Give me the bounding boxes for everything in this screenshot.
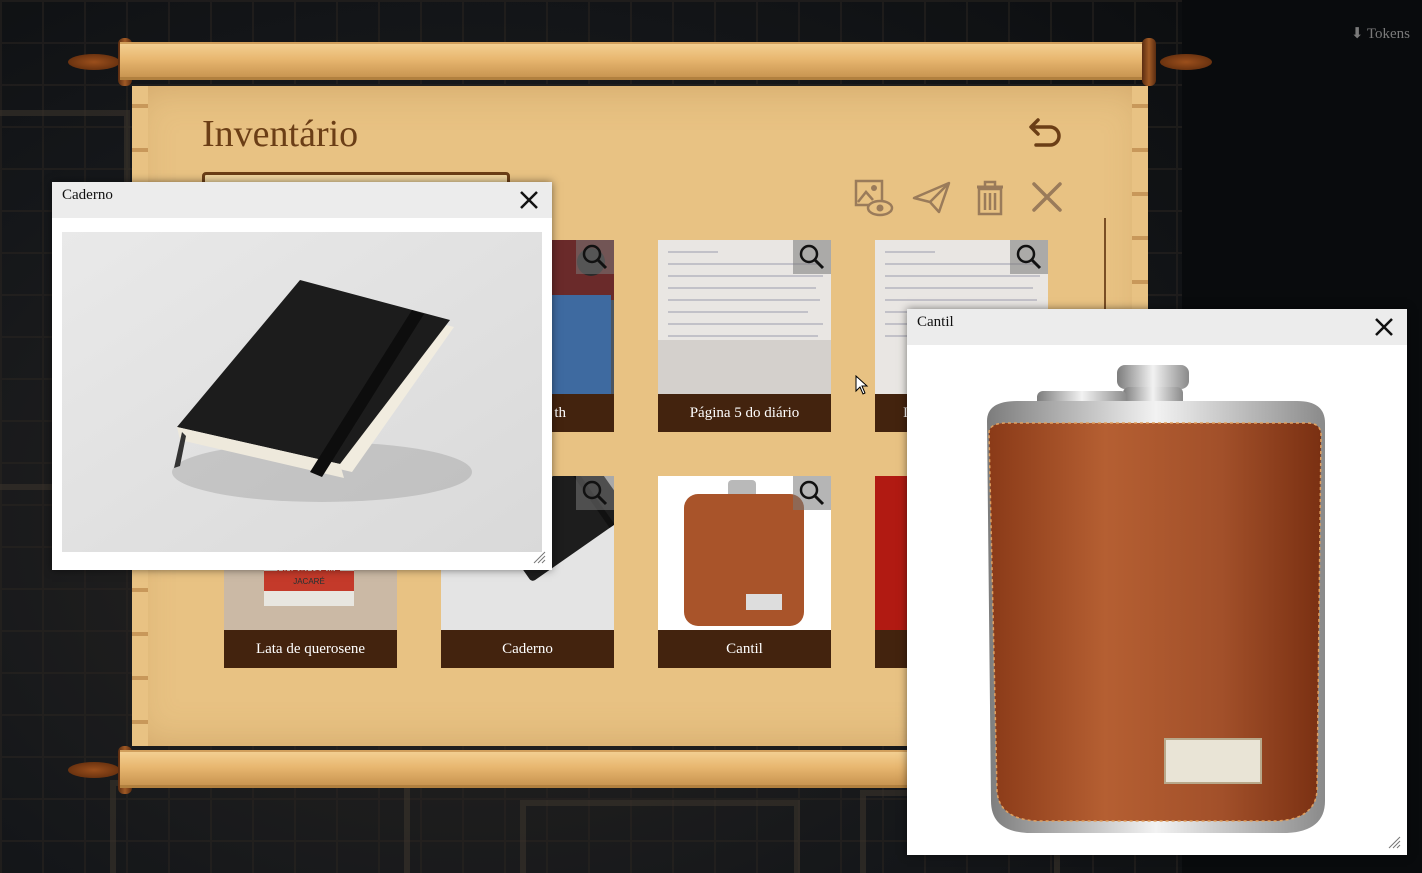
zoom-icon[interactable] [793, 476, 831, 510]
item-card[interactable]: Página 5 do diário [658, 240, 831, 432]
zoom-icon[interactable] [1010, 240, 1048, 274]
item-label: Página 5 do diário [658, 394, 831, 432]
scroll-top-rod [68, 38, 1212, 86]
toolbar-divider [1104, 218, 1106, 313]
popup-titlebar[interactable]: Caderno [52, 182, 552, 218]
mouse-cursor-icon [855, 374, 869, 395]
zoom-icon[interactable] [576, 240, 614, 274]
trash-icon[interactable] [970, 178, 1010, 218]
zoom-icon[interactable] [793, 240, 831, 274]
paper-plane-icon[interactable] [912, 178, 952, 218]
item-card[interactable]: Cantil [658, 476, 831, 668]
image-eye-icon[interactable] [854, 178, 894, 218]
flask-image [977, 361, 1337, 841]
notebook-image [62, 232, 542, 552]
popup-title: Cantil [917, 314, 954, 330]
zoom-icon[interactable] [576, 476, 614, 510]
close-icon[interactable] [1373, 316, 1395, 338]
resize-handle-icon[interactable] [1387, 835, 1401, 849]
resize-handle-icon[interactable] [532, 550, 546, 564]
item-label: Lata de querosene [224, 630, 397, 668]
undo-arrow-icon[interactable] [1028, 114, 1064, 150]
item-label: Caderno [441, 630, 614, 668]
caderno-popup[interactable]: Caderno [52, 182, 552, 570]
can-label-sub: JACARÉ [293, 577, 325, 586]
cantil-popup[interactable]: Cantil [907, 309, 1407, 855]
inventory-title: Inventário [202, 113, 359, 155]
popup-title: Caderno [62, 187, 113, 203]
popup-titlebar[interactable]: Cantil [907, 309, 1407, 345]
tokens-link[interactable]: ⬇ Tokens [1351, 24, 1410, 43]
item-label: Cantil [658, 630, 831, 668]
close-icon[interactable] [1028, 178, 1068, 218]
close-icon[interactable] [518, 189, 540, 211]
